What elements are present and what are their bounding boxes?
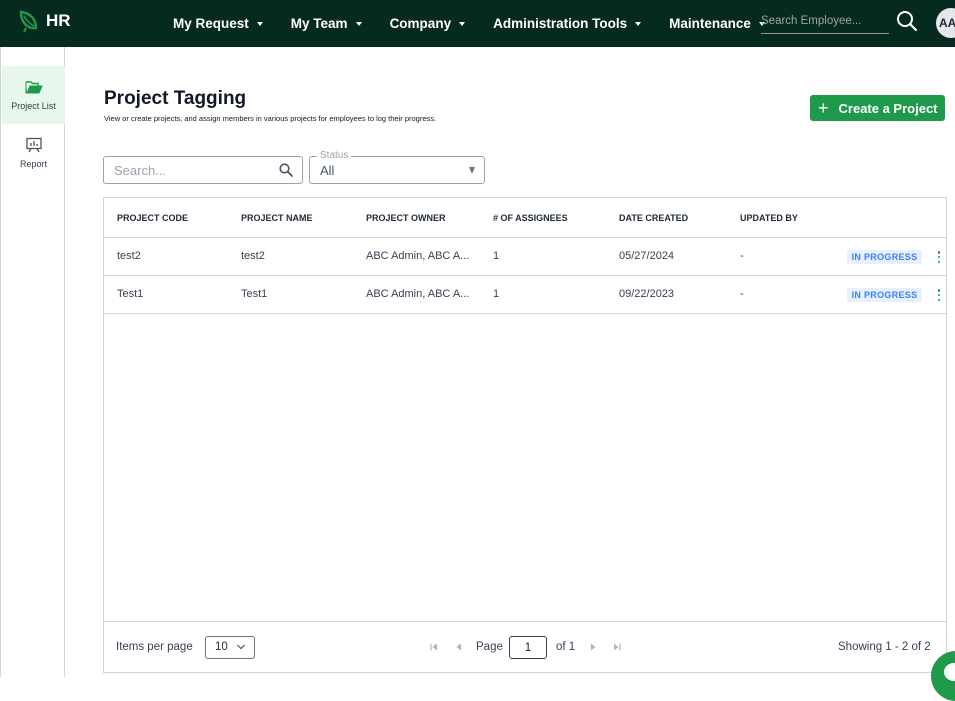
next-page-icon[interactable] [588, 642, 598, 652]
nav-my-team[interactable]: My Team [291, 16, 362, 31]
nav-label: Maintenance [669, 16, 751, 31]
nav-label: My Team [290, 16, 348, 31]
main-nav: My Request My Team Company Administratio… [173, 0, 793, 47]
cell-project-owner: ABC Admin, ABC A... [366, 288, 470, 300]
dropdown-arrow-icon [469, 167, 475, 174]
status-select-value: All [320, 163, 335, 178]
first-page-icon[interactable] [429, 642, 439, 652]
create-project-label: Create a Project [838, 100, 938, 116]
page-label: Page [476, 641, 503, 653]
projects-table: PROJECT CODE PROJECT NAME PROJECT OWNER … [103, 197, 947, 673]
status-select[interactable]: Status All [309, 150, 485, 184]
column-header-project-owner[interactable]: PROJECT OWNER [366, 213, 446, 223]
caret-down-icon [355, 21, 362, 26]
cell-project-code: test2 [117, 250, 141, 262]
nav-maintenance[interactable]: Maintenance [669, 16, 765, 31]
search-icon[interactable] [279, 163, 293, 177]
column-header-date-created[interactable]: DATE CREATED [619, 213, 688, 223]
table-row[interactable]: test2 test2 ABC Admin, ABC A... 1 05/27/… [104, 238, 946, 276]
last-page-icon[interactable] [612, 642, 622, 652]
folder-open-icon [25, 81, 43, 94]
nav-label: Company [389, 16, 452, 31]
cell-project-name: Test1 [241, 288, 268, 300]
column-header-updated-by[interactable]: UPDATED BY [740, 213, 798, 223]
items-per-page-select[interactable]: 10 [205, 636, 255, 659]
search-icon[interactable] [896, 10, 918, 32]
presentation-chart-icon [25, 137, 42, 153]
cell-updated-by: - [740, 250, 744, 262]
table-row[interactable]: Test1 Test1 ABC Admin, ABC A... 1 09/22/… [104, 276, 946, 314]
row-actions-kebab-icon[interactable] [933, 287, 945, 303]
nav-company[interactable]: Company [390, 16, 466, 31]
page-subtitle: View or create projects, and assign memb… [104, 114, 437, 123]
row-actions-kebab-icon[interactable] [933, 249, 945, 265]
sidebar-item-label: Report [19, 159, 47, 169]
cell-project-owner: ABC Admin, ABC A... [366, 250, 470, 262]
table-header: PROJECT CODE PROJECT NAME PROJECT OWNER … [104, 198, 946, 238]
items-per-page-value: 10 [215, 641, 228, 653]
showing-range-label: Showing 1 - 2 of 2 [838, 641, 931, 653]
cell-assignees: 1 [493, 250, 500, 262]
page-count-label: of 1 [556, 641, 576, 653]
table-pagination: Items per page 10 Page of 1 Showing 1 - … [104, 621, 946, 673]
caret-down-icon [635, 21, 642, 26]
create-project-button[interactable]: + Create a Project [810, 95, 945, 121]
column-header-project-code[interactable]: PROJECT CODE [117, 213, 188, 223]
user-avatar[interactable]: AA [936, 8, 955, 38]
caret-down-icon [459, 21, 466, 26]
sidebar-item-report[interactable]: Report [2, 124, 65, 182]
employee-search-input[interactable] [761, 8, 889, 34]
cell-project-code: Test1 [117, 288, 144, 300]
chevron-down-icon [237, 644, 245, 650]
cell-assignees: 1 [493, 288, 500, 300]
chat-bubble-icon [944, 663, 955, 681]
plus-icon: + [818, 98, 829, 118]
app-logo[interactable]: HR [18, 9, 71, 33]
cell-project-name: test2 [241, 250, 265, 262]
nav-label: My Request [173, 16, 249, 31]
nav-my-request[interactable]: My Request [173, 16, 263, 31]
page-title: Project Tagging [104, 88, 247, 109]
nav-administration-tools[interactable]: Administration Tools [493, 16, 642, 31]
nav-label: Administration Tools [493, 16, 628, 31]
sidebar-item-label: Project List [11, 101, 56, 111]
column-header-assignees[interactable]: # OF ASSIGNEES [493, 213, 568, 223]
cell-date-created: 09/22/2023 [619, 288, 675, 300]
status-badge: IN PROGRESS [847, 250, 922, 264]
page-number-input[interactable] [509, 636, 547, 659]
cell-date-created: 05/27/2024 [619, 250, 675, 262]
caret-down-icon [256, 21, 263, 26]
previous-page-icon[interactable] [454, 642, 464, 652]
leaf-logo-icon [19, 10, 38, 33]
column-header-project-name[interactable]: PROJECT NAME [241, 213, 313, 223]
project-search-field[interactable] [103, 156, 303, 184]
sidebar: Project List Report [0, 47, 65, 677]
status-select-label: Status [317, 150, 352, 161]
app-name: HR [46, 11, 71, 30]
items-per-page-label: Items per page [116, 641, 193, 653]
sidebar-item-project-list[interactable]: Project List [2, 66, 65, 124]
top-navigation-bar: HR My Request My Team Company Administra… [0, 0, 955, 47]
project-search-input[interactable] [114, 162, 279, 178]
status-badge: IN PROGRESS [847, 288, 922, 302]
cell-updated-by: - [740, 288, 744, 300]
